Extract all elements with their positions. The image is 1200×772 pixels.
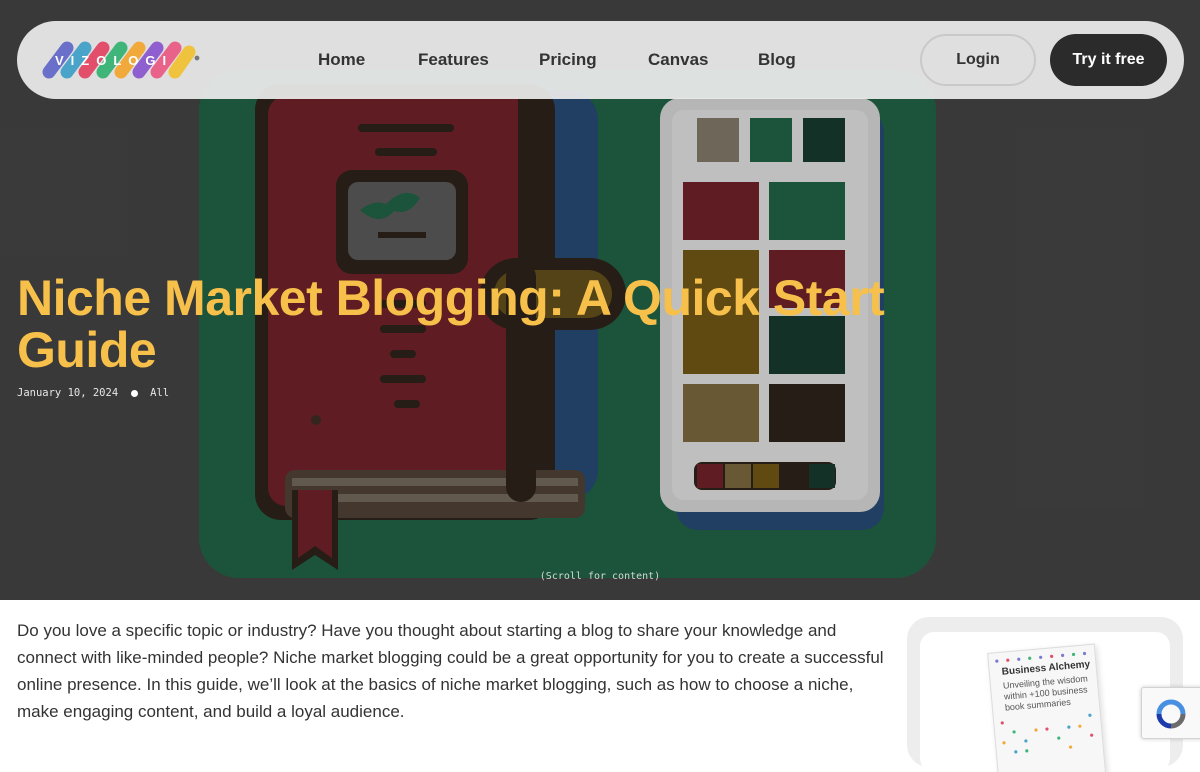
article-intro: Do you love a specific topic or industry… (17, 621, 884, 721)
nav-link-pricing[interactable]: Pricing (539, 50, 597, 70)
book-cover[interactable]: Business Alchemy Unveiling the wisdom wi… (987, 643, 1107, 772)
nav-link-features[interactable]: Features (418, 50, 489, 70)
recaptcha-badge[interactable] (1141, 687, 1200, 739)
post-date: January 10, 2024 (17, 387, 119, 399)
try-free-button[interactable]: Try it free (1050, 34, 1167, 86)
promo-inner: Business Alchemy Unveiling the wisdom wi… (920, 632, 1170, 772)
nav-link-canvas[interactable]: Canvas (648, 50, 708, 70)
vizologi-logo[interactable]: VIZOLOGI (41, 40, 201, 80)
scroll-hint: (Scroll for content) (539, 571, 661, 582)
hero-section: VIZOLOGI Home Features Pricing Canvas Bl… (0, 0, 1200, 600)
svg-text:VIZOLOGI: VIZOLOGI (55, 53, 173, 68)
nav-link-blog[interactable]: Blog (758, 50, 796, 70)
meta-separator-dot (131, 389, 139, 397)
recaptcha-icon (1156, 699, 1186, 729)
login-button[interactable]: Login (920, 34, 1036, 86)
post-category[interactable]: All (150, 387, 169, 399)
nav-link-home[interactable]: Home (318, 50, 365, 70)
top-navbar: VIZOLOGI Home Features Pricing Canvas Bl… (17, 21, 1184, 99)
post-meta: January 10, 2024 All (17, 386, 169, 400)
page-title: Niche Market Blogging: A Quick Start Gui… (17, 270, 885, 378)
